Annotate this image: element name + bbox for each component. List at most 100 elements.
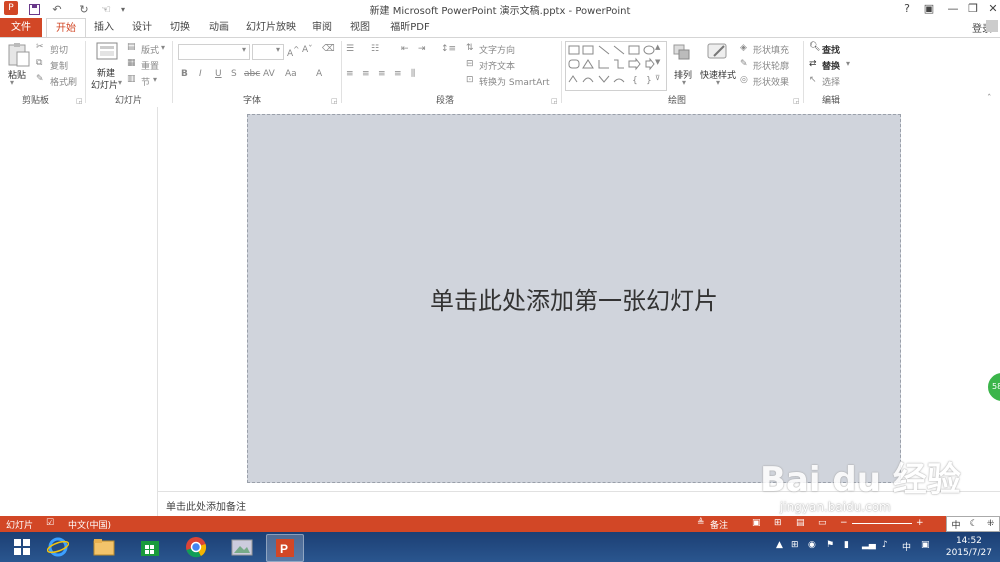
slide-sorter-icon[interactable]: ⊞ bbox=[774, 518, 782, 528]
find-icon[interactable]: 🔍︎ bbox=[809, 42, 820, 52]
increase-font-icon[interactable]: A^ bbox=[287, 45, 299, 59]
align-left-icon[interactable]: ≡ bbox=[346, 69, 354, 79]
slide-thumbnail-pane[interactable] bbox=[0, 107, 158, 516]
text-shadow-icon[interactable]: S bbox=[231, 69, 237, 79]
italic-icon[interactable]: I bbox=[199, 69, 202, 79]
layout-button[interactable]: 版式 bbox=[141, 43, 159, 56]
replace-icon[interactable]: ⇄ bbox=[809, 59, 817, 69]
drawing-launcher-icon[interactable]: ◲ bbox=[793, 97, 800, 105]
numbering-icon[interactable]: ☷ bbox=[371, 44, 379, 54]
account-avatar[interactable] bbox=[986, 20, 998, 32]
tray-notification-icon[interactable]: ▣ bbox=[921, 540, 930, 550]
shape-effects-button[interactable]: 形状效果 bbox=[753, 75, 789, 88]
char-spacing-icon[interactable]: AV bbox=[263, 69, 275, 79]
tab-file[interactable]: 文件 bbox=[0, 18, 42, 37]
bullets-icon[interactable]: ☰ bbox=[346, 44, 354, 54]
tray-flag-icon[interactable]: ⚑ bbox=[826, 540, 834, 550]
start-button-icon[interactable] bbox=[4, 534, 40, 560]
shape-effects-icon[interactable]: ◎ bbox=[740, 75, 748, 85]
spell-check-icon[interactable]: ☑ bbox=[46, 518, 54, 528]
ime-moon-icon[interactable]: ☾ bbox=[970, 519, 978, 529]
decrease-indent-icon[interactable]: ⇤ bbox=[401, 44, 409, 54]
restore-button[interactable]: ❐ bbox=[962, 0, 984, 18]
shape-outline-icon[interactable]: ✎ bbox=[740, 59, 748, 69]
align-text-icon[interactable]: ⊟ bbox=[466, 59, 474, 69]
clear-format-icon[interactable]: ⌫ bbox=[322, 44, 335, 54]
tray-windows-icon[interactable]: ⊞ bbox=[791, 540, 799, 550]
slideshow-icon[interactable]: ▭ bbox=[818, 518, 827, 528]
format-painter-icon[interactable]: ✎ bbox=[36, 74, 44, 84]
tab-transitions[interactable]: 切换 bbox=[162, 18, 198, 37]
shape-outline-button[interactable]: 形状轮廓 bbox=[753, 59, 789, 72]
shapes-scroll-up-icon[interactable]: ▲ bbox=[655, 43, 660, 51]
tray-ime-icon[interactable]: 中 bbox=[902, 540, 911, 553]
notes-toggle-button[interactable]: 备注 bbox=[710, 518, 728, 531]
smartart-button[interactable]: 转换为 SmartArt bbox=[479, 75, 549, 88]
zoom-slider[interactable] bbox=[852, 523, 912, 524]
shapes-scroll-down-icon[interactable]: ▼ bbox=[655, 58, 660, 66]
tray-app-icon[interactable]: ◉ bbox=[808, 540, 816, 550]
font-name-select[interactable] bbox=[178, 44, 250, 60]
select-icon[interactable]: ↖ bbox=[809, 75, 817, 85]
arrange-icon[interactable] bbox=[672, 43, 692, 61]
new-slide-label[interactable]: 幻灯片 bbox=[91, 78, 118, 91]
internet-explorer-icon[interactable] bbox=[40, 534, 76, 560]
tab-insert[interactable]: 插入 bbox=[86, 18, 122, 37]
ime-punct-icon[interactable]: ⁜ bbox=[987, 519, 995, 529]
paste-icon[interactable] bbox=[6, 42, 32, 68]
new-slide-icon[interactable] bbox=[96, 42, 118, 62]
copy-button[interactable]: 复制 bbox=[50, 59, 68, 72]
slide-placeholder[interactable]: 单击此处添加第一张幻灯片 bbox=[247, 114, 901, 483]
notes-toggle-icon[interactable]: ≜ bbox=[697, 518, 705, 528]
taskbar-clock[interactable]: 14:52 2015/7/27 bbox=[946, 535, 992, 559]
arrange-dropdown-icon[interactable]: ▾ bbox=[682, 78, 686, 87]
replace-dropdown-icon[interactable]: ▾ bbox=[846, 59, 850, 68]
align-right-icon[interactable]: ≡ bbox=[378, 69, 386, 79]
font-color-icon[interactable]: A bbox=[316, 69, 322, 79]
minimize-button[interactable]: — bbox=[942, 0, 964, 18]
help-button[interactable]: ? bbox=[896, 0, 918, 18]
slide-placeholder-text[interactable]: 单击此处添加第一张幻灯片 bbox=[248, 115, 900, 482]
font-name-dropdown-icon[interactable]: ▾ bbox=[242, 45, 246, 54]
text-direction-button[interactable]: 文字方向 bbox=[479, 43, 515, 56]
find-button[interactable]: 查找 bbox=[822, 43, 840, 56]
section-icon[interactable]: ▥ bbox=[127, 74, 136, 84]
tab-foxit-pdf[interactable]: 福昕PDF bbox=[382, 18, 438, 37]
replace-button[interactable]: 替换 bbox=[822, 59, 840, 72]
windows-store-icon[interactable] bbox=[132, 534, 168, 560]
shape-fill-icon[interactable]: ◈ bbox=[740, 43, 747, 53]
shapes-gallery[interactable]: { } bbox=[565, 41, 667, 91]
strikethrough-icon[interactable]: abc bbox=[244, 69, 260, 79]
font-launcher-icon[interactable]: ◲ bbox=[331, 97, 338, 105]
photo-viewer-icon[interactable] bbox=[224, 534, 260, 560]
status-language[interactable]: 中文(中国) bbox=[68, 518, 111, 531]
cut-icon[interactable]: ✂ bbox=[36, 42, 44, 52]
tray-network-icon[interactable]: ▮ bbox=[844, 540, 849, 550]
format-painter-button[interactable]: 格式刷 bbox=[50, 75, 77, 88]
quick-styles-icon[interactable] bbox=[706, 42, 730, 62]
change-case-icon[interactable]: Aa bbox=[285, 69, 297, 79]
close-button[interactable]: ✕ bbox=[982, 0, 1000, 18]
tab-view[interactable]: 视图 bbox=[342, 18, 378, 37]
powerpoint-taskbar-icon[interactable]: P bbox=[266, 534, 304, 562]
section-dropdown-icon[interactable]: ▾ bbox=[153, 75, 157, 84]
reset-icon[interactable]: ▦ bbox=[127, 58, 136, 68]
cut-button[interactable]: 剪切 bbox=[50, 43, 68, 56]
underline-icon[interactable]: U bbox=[215, 69, 222, 79]
reset-button[interactable]: 重置 bbox=[141, 59, 159, 72]
select-button[interactable]: 选择 bbox=[822, 75, 840, 88]
tab-slideshow[interactable]: 幻灯片放映 bbox=[240, 18, 302, 37]
bold-icon[interactable]: B bbox=[181, 69, 188, 79]
layout-dropdown-icon[interactable]: ▾ bbox=[161, 43, 165, 52]
decrease-font-icon[interactable]: Aˇ bbox=[302, 45, 313, 55]
collapse-ribbon-icon[interactable]: ˆ bbox=[987, 94, 992, 104]
zoom-in-icon[interactable]: + bbox=[916, 518, 924, 528]
tray-signal-icon[interactable]: ▂▄ bbox=[862, 540, 876, 550]
copy-icon[interactable]: ⧉ bbox=[36, 58, 42, 68]
tab-review[interactable]: 审阅 bbox=[304, 18, 340, 37]
notes-placeholder-text[interactable]: 单击此处添加备注 bbox=[166, 498, 246, 513]
section-button[interactable]: 节 bbox=[141, 75, 150, 88]
ime-mode[interactable]: 中 bbox=[952, 518, 961, 531]
layout-icon[interactable]: ▤ bbox=[127, 42, 136, 52]
shape-fill-button[interactable]: 形状填充 bbox=[753, 43, 789, 56]
